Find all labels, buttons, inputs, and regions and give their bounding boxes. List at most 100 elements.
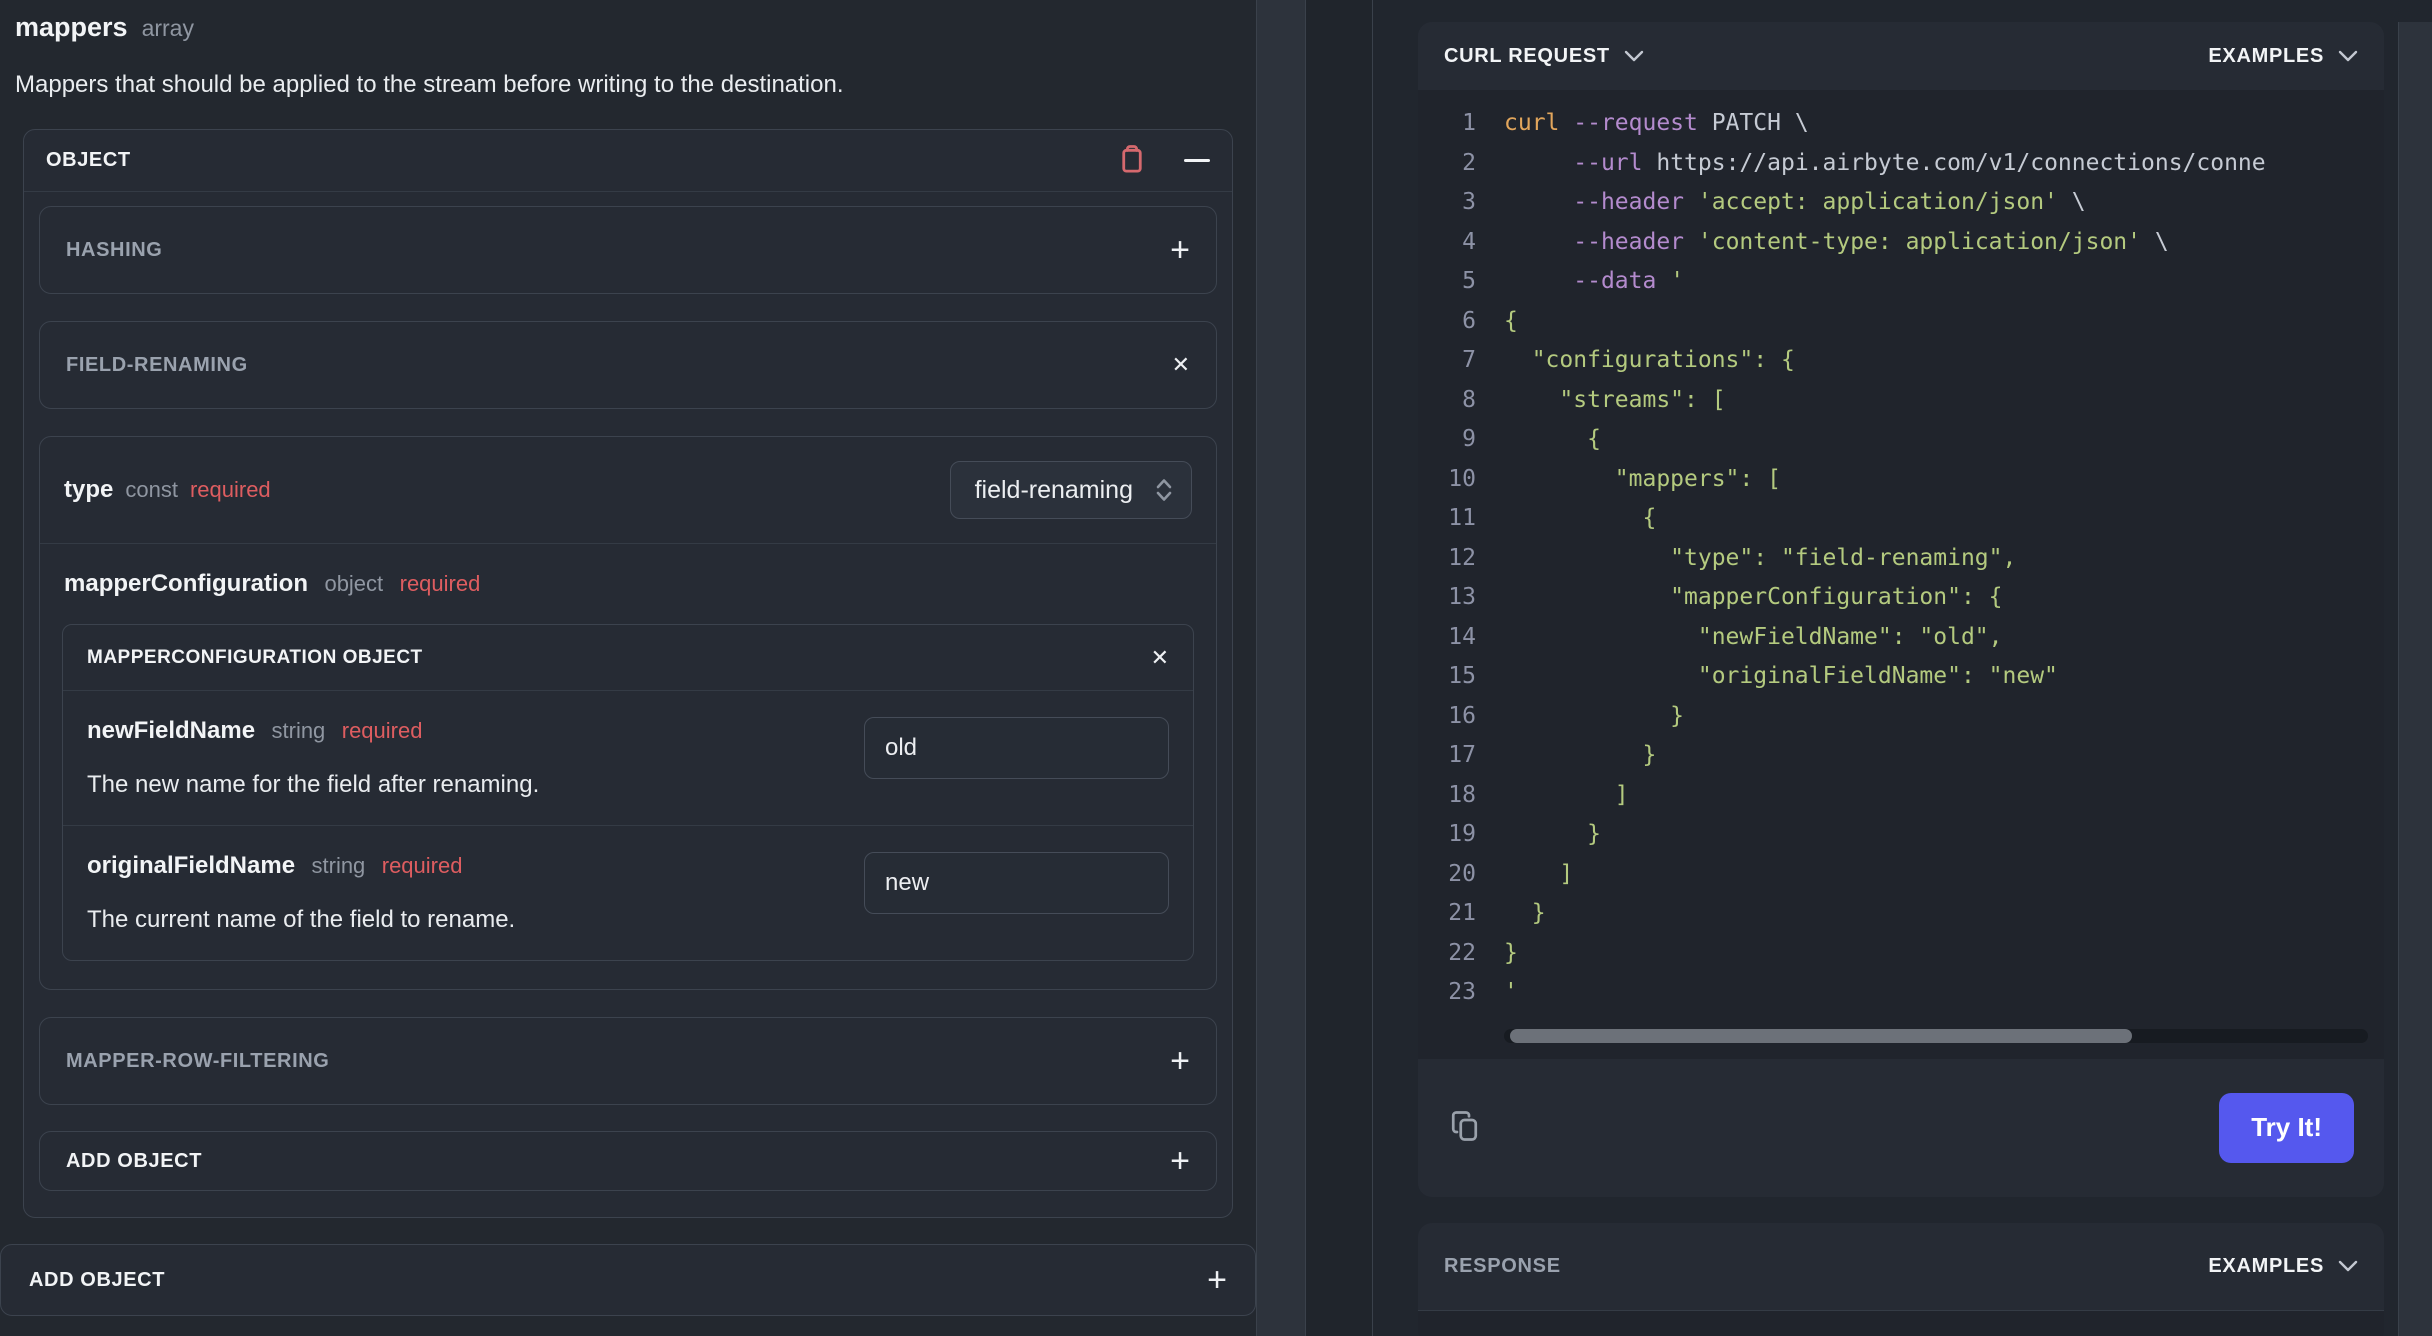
curl-request-dropdown[interactable]: CURL REQUEST	[1444, 45, 1644, 68]
code-line: 16 }	[1418, 697, 2384, 737]
curl-request-card: CURL REQUEST EXAMPLES 1 curl --request PA…	[1418, 22, 2384, 1197]
close-mapper-configuration-icon[interactable]: ✕	[1151, 646, 1169, 669]
right-panel-scrollbar[interactable]	[2398, 22, 2432, 1336]
line-number: 5	[1462, 268, 1476, 294]
original-field-name-input[interactable]	[864, 852, 1169, 914]
response-body	[1418, 1310, 2384, 1336]
line-number: 22	[1448, 939, 1476, 966]
type-property-row: type const required field-renaming	[40, 437, 1216, 543]
left-panel-scrollbar[interactable]	[1256, 0, 1306, 1336]
code-line: 1 curl --request PATCH \	[1418, 104, 2384, 144]
response-title: RESPONSE	[1444, 1254, 1561, 1277]
line-number: 11	[1448, 505, 1476, 531]
code-line: 9 {	[1418, 420, 2384, 460]
code-line: 17 }	[1418, 736, 2384, 776]
object-card-body: HASHING + FIELD-RENAMING ✕ type const re…	[24, 192, 1232, 1217]
line-number: 9	[1462, 426, 1476, 452]
property-required-badge: required	[189, 477, 271, 502]
minus-icon	[1184, 159, 1210, 162]
curl-request-title: CURL REQUEST	[1444, 44, 1610, 67]
field-name: mappers	[15, 12, 128, 42]
line-content: }	[1504, 821, 1601, 847]
line-content: }	[1504, 702, 1685, 729]
curl-request-header: CURL REQUEST EXAMPLES	[1418, 22, 2384, 90]
mapper-configuration-card-title: MAPPERCONFIGURATION OBJECT	[87, 646, 423, 668]
line-content: curl --request PATCH \	[1504, 110, 1809, 136]
code-line: 21 }	[1418, 894, 2384, 934]
api-docs-screen: mappers array Mappers that should be app…	[0, 0, 2432, 1336]
property-required-badge: required	[341, 718, 423, 743]
remove-field-renaming-icon[interactable]: ✕	[1172, 354, 1190, 376]
code-examples-column: CURL REQUEST EXAMPLES 1 curl --request PA…	[1418, 22, 2384, 1336]
collapse-object-button[interactable]	[1184, 159, 1210, 162]
code-line: 11 {	[1418, 499, 2384, 539]
section-field-renaming[interactable]: FIELD-RENAMING ✕	[39, 321, 1217, 409]
chevron-down-icon	[2338, 50, 2358, 62]
section-hashing[interactable]: HASHING +	[39, 206, 1217, 294]
type-select[interactable]: field-renaming	[949, 461, 1192, 519]
line-number: 4	[1462, 228, 1476, 255]
new-field-name-input[interactable]	[864, 717, 1169, 779]
code-line: 22}	[1418, 934, 2384, 974]
trash-icon	[1116, 143, 1148, 178]
line-content: --header 'accept: application/json' \	[1573, 189, 2086, 215]
code-line: 14 "newFieldName": "old",	[1418, 618, 2384, 658]
request-examples-dropdown[interactable]: EXAMPLES	[2208, 45, 2358, 68]
line-content: --data '	[1573, 268, 1685, 294]
section-hashing-title: HASHING	[66, 238, 163, 261]
line-number: 12	[1448, 544, 1476, 571]
plus-icon: +	[1207, 1261, 1227, 1299]
line-content: ]	[1504, 860, 1574, 887]
code-horizontal-scrollbar	[1504, 1028, 2368, 1043]
property-required-badge: required	[381, 853, 463, 878]
new-field-name-row: newFieldName string required The new nam…	[63, 691, 1193, 825]
property-description: The current name of the field to rename.	[87, 906, 516, 933]
property-name: mapperConfiguration	[64, 570, 308, 597]
try-it-button[interactable]: Try It!	[2219, 1092, 2354, 1163]
field-title-row: mappers array	[15, 12, 1256, 43]
add-object-label: ADD OBJECT	[66, 1149, 203, 1172]
line-number: 2	[1462, 149, 1476, 176]
property-kind: object	[324, 571, 384, 596]
request-examples-label: EXAMPLES	[2208, 44, 2324, 67]
original-field-name-row: originalFieldName string required The cu…	[63, 826, 1193, 960]
schema-panel: mappers array Mappers that should be app…	[0, 0, 1256, 1336]
line-number: 16	[1448, 702, 1476, 729]
line-number: 18	[1448, 781, 1476, 808]
copy-code-button[interactable]	[1448, 1108, 1484, 1147]
code-horizontal-scrollbar-thumb[interactable]	[1510, 1028, 2133, 1043]
chevron-down-icon	[2338, 1260, 2358, 1272]
line-number: 8	[1462, 386, 1476, 413]
add-object-button-outer[interactable]: ADD OBJECT +	[0, 1244, 1256, 1316]
line-number: 20	[1448, 860, 1476, 887]
line-content: --url https://api.airbyte.com/v1/connect…	[1573, 149, 2266, 176]
line-content: {	[1504, 505, 1657, 531]
add-hashing-icon[interactable]: +	[1170, 233, 1190, 267]
line-number: 14	[1448, 623, 1476, 650]
property-kind: string	[311, 853, 366, 878]
property-label-row: newFieldName string required	[87, 717, 834, 745]
code-line: 12 "type": "field-renaming",	[1418, 539, 2384, 579]
mapper-configuration-card-header: MAPPERCONFIGURATION OBJECT ✕	[63, 625, 1193, 691]
add-object-button-inner[interactable]: ADD OBJECT +	[39, 1131, 1217, 1191]
code-line: 2 --url https://api.airbyte.com/v1/conne…	[1418, 144, 2384, 184]
line-content: }	[1504, 742, 1657, 768]
add-object-label: ADD OBJECT	[29, 1268, 166, 1291]
section-mapper-row-filtering[interactable]: MAPPER-ROW-FILTERING +	[39, 1017, 1217, 1105]
delete-object-button[interactable]	[1116, 143, 1148, 178]
line-content: {	[1504, 307, 1518, 334]
object-card-title: OBJECT	[46, 149, 131, 171]
curl-code-block[interactable]: 1 curl --request PATCH \ 2 --url https://a…	[1418, 90, 2384, 1059]
code-line: 5 --data '	[1418, 262, 2384, 302]
code-line: 23 '	[1418, 973, 2384, 1013]
mapper-configuration-row: mapperConfiguration object required	[40, 544, 1216, 598]
line-content: "mapperConfiguration": {	[1504, 584, 2003, 610]
property-name: originalFieldName	[87, 852, 296, 879]
section-field-renaming-title: FIELD-RENAMING	[66, 353, 248, 376]
add-mapper-row-filtering-icon[interactable]: +	[1170, 1044, 1190, 1078]
line-content: "type": "field-renaming",	[1504, 544, 2017, 571]
curl-request-footer: Try It!	[1418, 1058, 2384, 1197]
field-type-badge: array	[141, 15, 194, 41]
response-examples-dropdown[interactable]: EXAMPLES	[2208, 1255, 2358, 1278]
field-renaming-body: type const required field-renaming mappe…	[39, 436, 1217, 990]
